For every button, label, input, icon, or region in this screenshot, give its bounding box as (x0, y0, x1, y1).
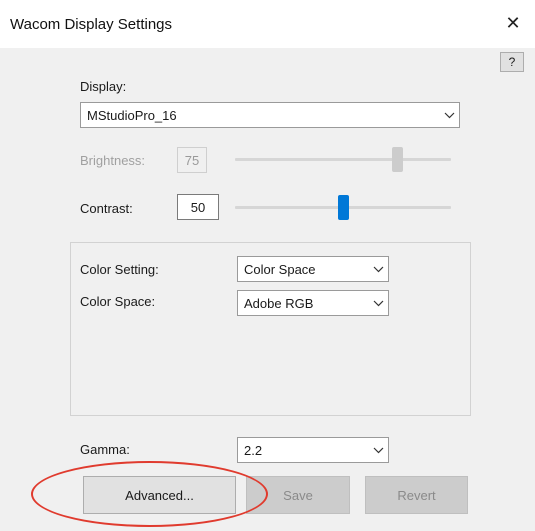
color-setting-select-value: Color Space (244, 261, 316, 277)
gamma-select-value: 2.2 (244, 442, 263, 458)
brightness-slider-thumb[interactable] (391, 147, 403, 172)
advanced-button[interactable]: Advanced... (83, 476, 236, 514)
gamma-label: Gamma: (80, 442, 130, 457)
color-space-select-value: Adobe RGB (244, 295, 314, 311)
display-label: Display: (80, 79, 127, 94)
brightness-slider-track[interactable] (235, 158, 451, 161)
save-button[interactable]: Save (246, 476, 350, 514)
title-bar: Wacom Display Settings ✕ (0, 0, 535, 48)
chevron-down-icon (439, 103, 459, 127)
color-setting-label: Color Setting: (80, 262, 159, 277)
gamma-select[interactable]: 2.2 (237, 437, 389, 463)
display-select-value: MStudioPro_16 (87, 107, 177, 123)
color-space-select[interactable]: Adobe RGB (237, 290, 389, 316)
brightness-label: Brightness: (80, 153, 146, 168)
contrast-slider-thumb[interactable] (337, 195, 349, 220)
close-icon: ✕ (505, 12, 521, 33)
chevron-down-icon (368, 291, 388, 315)
close-button[interactable]: ✕ (491, 8, 535, 38)
save-button-label: Save (283, 487, 313, 503)
color-setting-select[interactable]: Color Space (237, 256, 389, 282)
revert-button[interactable]: Revert (365, 476, 468, 514)
help-button[interactable]: ? (500, 52, 524, 72)
window-title: Wacom Display Settings (10, 16, 172, 33)
help-label: ? (508, 55, 516, 69)
color-space-label: Color Space: (80, 294, 156, 309)
chevron-down-icon (368, 438, 388, 462)
advanced-button-label: Advanced... (125, 487, 194, 503)
display-select[interactable]: MStudioPro_16 (80, 102, 460, 128)
contrast-label: Contrast: (80, 201, 133, 216)
wacom-display-settings-window: Wacom Display Settings ✕ ? Display: MStu… (0, 0, 535, 531)
contrast-value-field[interactable]: 50 (177, 194, 219, 220)
revert-button-label: Revert (397, 487, 436, 503)
chevron-down-icon (368, 257, 388, 281)
brightness-value-field[interactable]: 75 (177, 147, 207, 173)
